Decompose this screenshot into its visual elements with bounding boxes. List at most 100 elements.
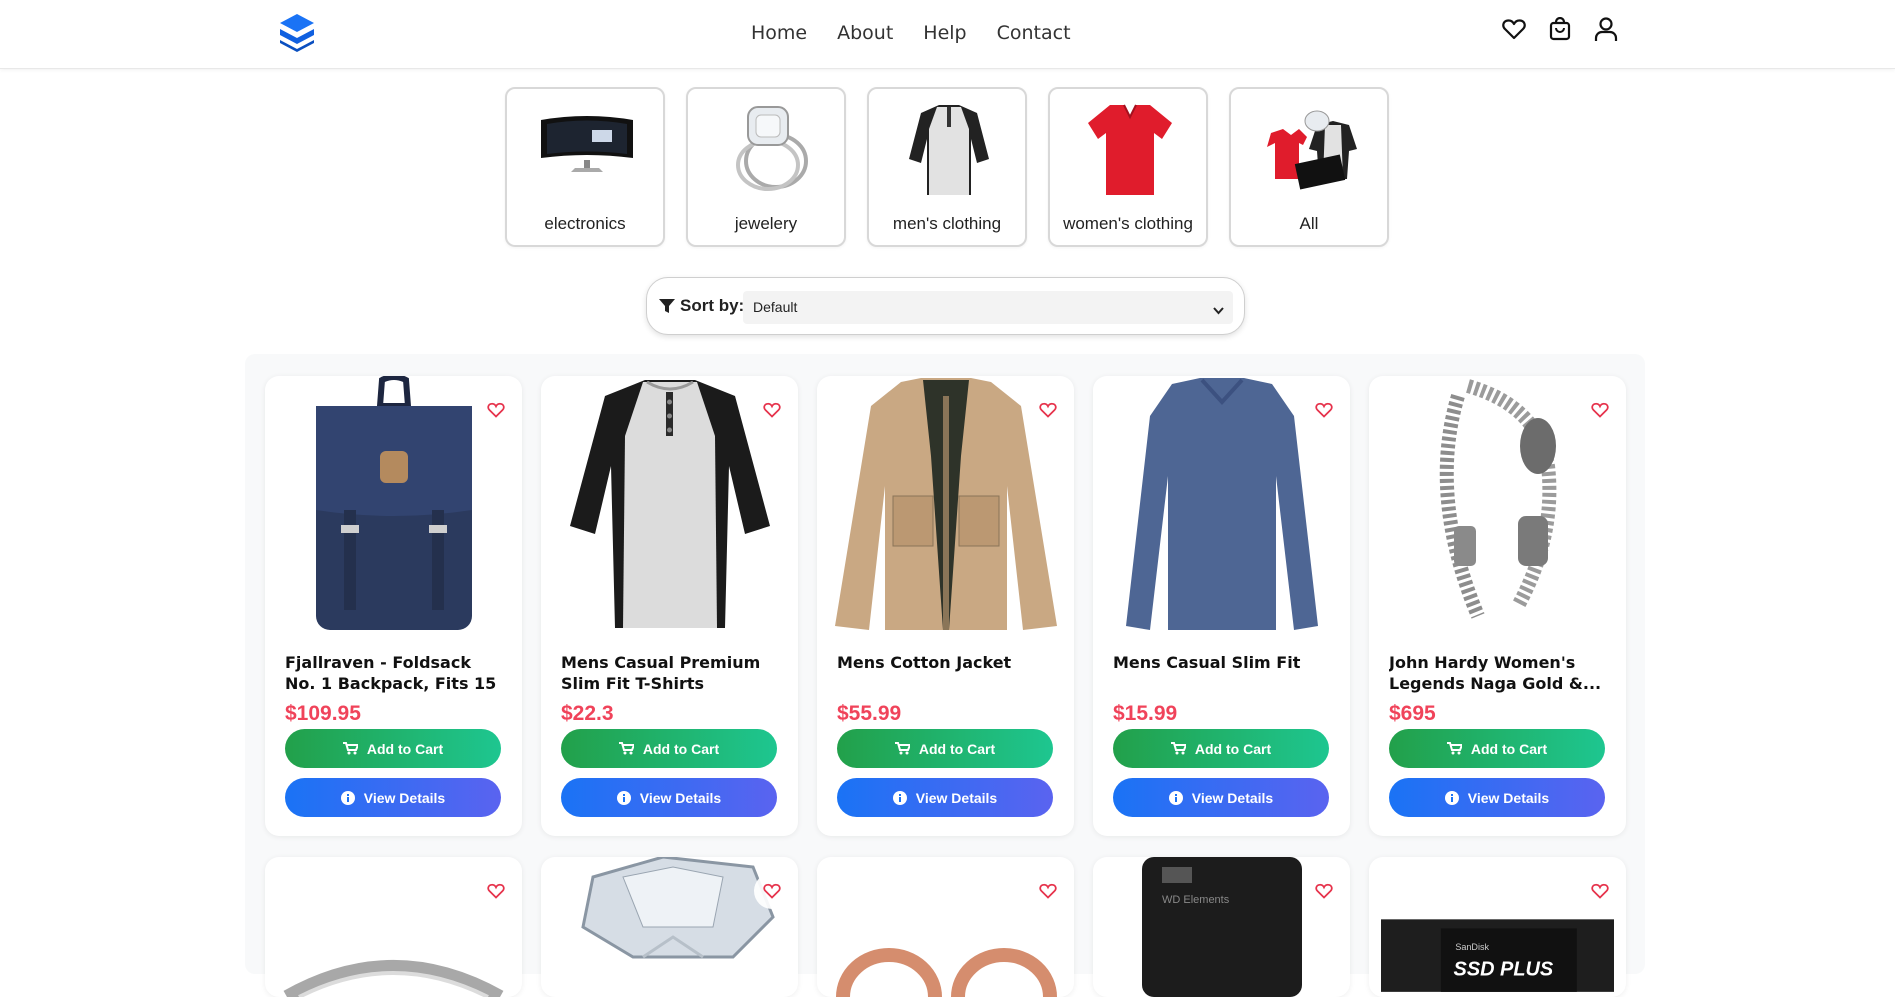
favorite-heart-icon[interactable]: [754, 392, 790, 428]
ring-band-image: [277, 857, 510, 997]
view-details-label: View Details: [1191, 789, 1274, 806]
nav-link-contact[interactable]: Contact: [997, 20, 1071, 46]
product-price: $15.99: [1113, 702, 1178, 725]
jacket-image: [829, 376, 1062, 632]
add-to-cart-button[interactable]: Add to Cart: [561, 729, 777, 768]
heart-icon[interactable]: [1500, 14, 1527, 44]
filter-icon: [659, 299, 675, 319]
view-details-label: View Details: [639, 789, 722, 806]
all-products-collage-image: [1261, 99, 1361, 197]
category-label: All: [1299, 214, 1319, 233]
longsleeve-image: [1105, 376, 1338, 632]
backpack-image: [277, 376, 510, 632]
ring-image: [718, 99, 818, 197]
diamond-ring-image: [553, 857, 786, 997]
favorite-heart-icon[interactable]: [1306, 873, 1342, 909]
product-card[interactable]: SanDisk SSD PLUS: [1369, 857, 1626, 997]
add-to-cart-label: Add to Cart: [1194, 740, 1272, 757]
favorite-heart-icon[interactable]: [478, 873, 514, 909]
info-icon: [616, 790, 631, 805]
cart-icon: [1170, 742, 1186, 755]
logo-icon[interactable]: [277, 12, 317, 54]
favorite-heart-icon[interactable]: [1030, 392, 1066, 428]
view-details-label: View Details: [1467, 789, 1550, 806]
product-title[interactable]: Mens Casual Slim Fit: [1113, 652, 1333, 694]
product-card[interactable]: Fjallraven - Foldsack No. 1 Backpack, Fi…: [265, 376, 522, 836]
ssd-model-text: SSD PLUS: [1454, 959, 1554, 981]
add-to-cart-button[interactable]: Add to Cart: [837, 729, 1053, 768]
bag-icon[interactable]: [1546, 14, 1573, 44]
cart-icon: [894, 742, 910, 755]
category-womens-clothing[interactable]: women's clothing: [1048, 87, 1208, 247]
nav-link-about[interactable]: About: [837, 20, 893, 46]
nav-link-home[interactable]: Home: [751, 20, 807, 46]
favorite-heart-icon[interactable]: [1306, 392, 1342, 428]
favorite-heart-icon[interactable]: [478, 392, 514, 428]
chevron-down-icon: [1213, 302, 1224, 320]
raglan-shirt-image: [899, 99, 999, 197]
info-icon: [340, 790, 355, 805]
product-title[interactable]: John Hardy Women's Legends Naga Gold &..…: [1389, 652, 1609, 694]
add-to-cart-label: Add to Cart: [642, 740, 720, 757]
category-jewelery[interactable]: jewelery: [686, 87, 846, 247]
product-card[interactable]: [265, 857, 522, 997]
category-mens-clothing[interactable]: men's clothing: [867, 87, 1027, 247]
add-to-cart-label: Add to Cart: [918, 740, 996, 757]
product-card[interactable]: WD Elements: [1093, 857, 1350, 997]
view-details-button[interactable]: View Details: [837, 778, 1053, 817]
monitor-image: [537, 99, 637, 197]
product-card[interactable]: Mens Casual Slim Fit $15.99 Add to Cart …: [1093, 376, 1350, 836]
hard-drive-image: WD Elements: [1105, 857, 1338, 997]
product-price: $695: [1389, 702, 1436, 725]
cart-icon: [342, 742, 358, 755]
category-bar: electronics jewelery men's clothing wome…: [505, 87, 1389, 247]
product-title[interactable]: Fjallraven - Foldsack No. 1 Backpack, Fi…: [285, 652, 505, 694]
navbar: Home About Help Contact: [0, 0, 1895, 69]
red-tshirt-image: [1080, 99, 1180, 197]
add-to-cart-label: Add to Cart: [1470, 740, 1548, 757]
product-title[interactable]: Mens Casual Premium Slim Fit T-Shirts: [561, 652, 781, 694]
category-electronics[interactable]: electronics: [505, 87, 665, 247]
product-card[interactable]: Mens Cotton Jacket $55.99 Add to Cart Vi…: [817, 376, 1074, 836]
hdd-brand-text: WD Elements: [1162, 894, 1230, 906]
product-card[interactable]: [541, 857, 798, 997]
view-details-button[interactable]: View Details: [561, 778, 777, 817]
product-card[interactable]: [817, 857, 1074, 997]
view-details-button[interactable]: View Details: [285, 778, 501, 817]
view-details-button[interactable]: View Details: [1113, 778, 1329, 817]
category-label: electronics: [544, 214, 626, 233]
favorite-heart-icon[interactable]: [1030, 873, 1066, 909]
sort-selected-value: Default: [753, 299, 798, 315]
product-card[interactable]: John Hardy Women's Legends Naga Gold &..…: [1369, 376, 1626, 836]
favorite-heart-icon[interactable]: [754, 873, 790, 909]
dragon-bracelet-image: [1381, 376, 1614, 632]
product-card[interactable]: Mens Casual Premium Slim Fit T-Shirts $2…: [541, 376, 798, 836]
add-to-cart-button[interactable]: Add to Cart: [285, 729, 501, 768]
info-icon: [1168, 790, 1183, 805]
category-label: jewelery: [734, 214, 798, 233]
view-details-button[interactable]: View Details: [1389, 778, 1605, 817]
add-to-cart-button[interactable]: Add to Cart: [1389, 729, 1605, 768]
products-section: Fjallraven - Foldsack No. 1 Backpack, Fi…: [245, 354, 1645, 997]
ssd-brand-text: SanDisk: [1455, 942, 1489, 952]
info-icon: [892, 790, 907, 805]
view-details-label: View Details: [363, 789, 446, 806]
view-details-label: View Details: [915, 789, 998, 806]
category-all[interactable]: All: [1229, 87, 1389, 247]
raglan-tshirt-image: [553, 376, 786, 632]
nav-icons: [1500, 14, 1619, 44]
info-icon: [1444, 790, 1459, 805]
add-to-cart-button[interactable]: Add to Cart: [1113, 729, 1329, 768]
favorite-heart-icon[interactable]: [1582, 392, 1618, 428]
favorite-heart-icon[interactable]: [1582, 873, 1618, 909]
cart-icon: [618, 742, 634, 755]
nav-links: Home About Help Contact: [751, 20, 1071, 46]
rose-gold-rings-image: [829, 857, 1062, 997]
product-title[interactable]: Mens Cotton Jacket: [837, 652, 1057, 694]
category-label: women's clothing: [1063, 214, 1193, 233]
user-icon[interactable]: [1592, 14, 1619, 44]
add-to-cart-label: Add to Cart: [366, 740, 444, 757]
sort-select[interactable]: Default: [743, 291, 1233, 324]
nav-link-help[interactable]: Help: [923, 20, 966, 46]
cart-icon: [1446, 742, 1462, 755]
